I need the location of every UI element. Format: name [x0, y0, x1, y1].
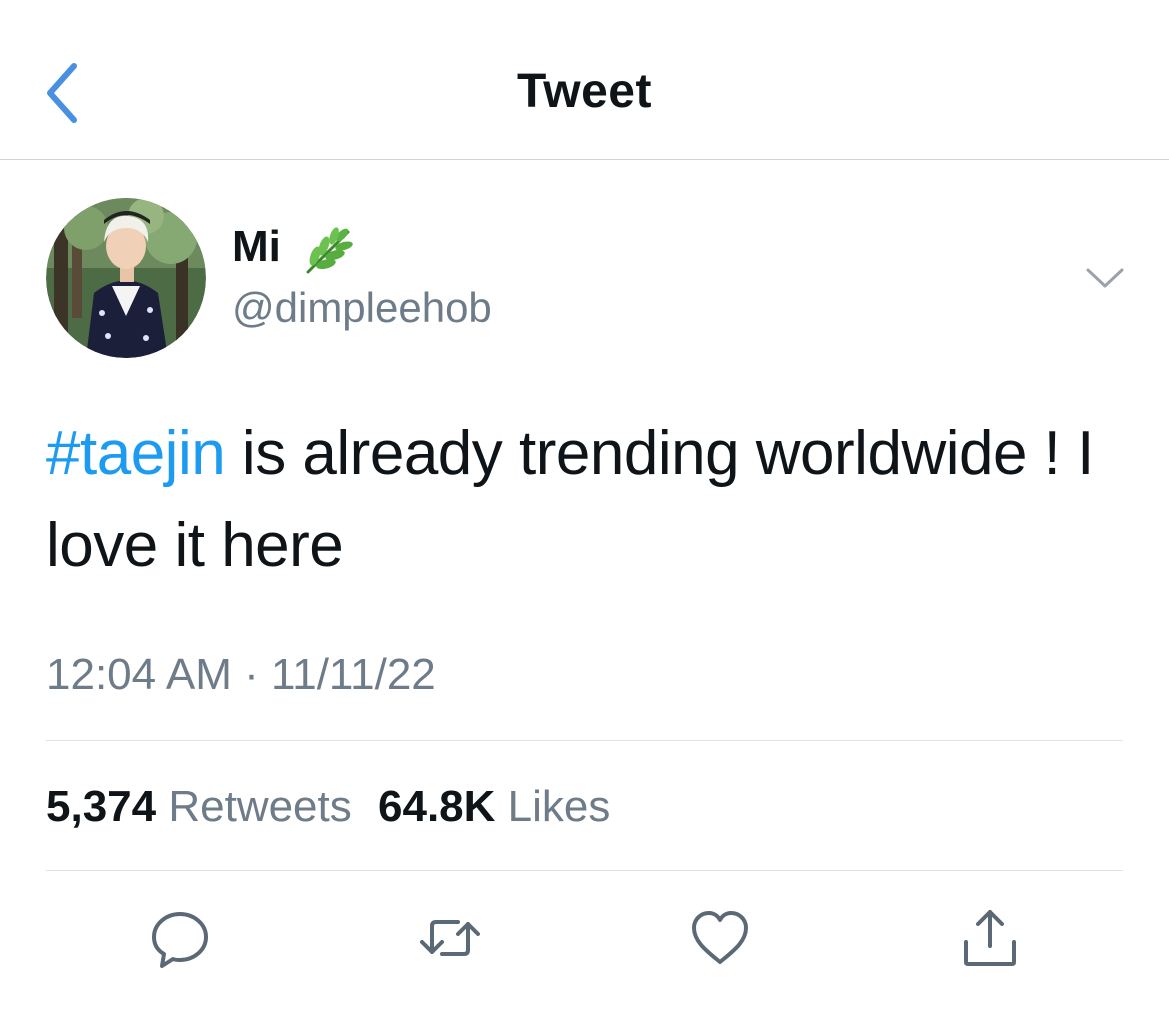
retweets-stat[interactable]: 5,374 Retweets [46, 782, 352, 831]
more-options-button[interactable] [1082, 258, 1128, 298]
retweet-button[interactable] [418, 906, 482, 970]
tweet-date: 11/11/22 [271, 650, 436, 699]
tweet-time: 12:04 AM [46, 650, 232, 699]
avatar-photo [46, 198, 206, 358]
nav-bar: Tweet [0, 0, 1169, 160]
avatar[interactable] [46, 198, 206, 358]
tweet-stats: 5,374 Retweets 64.8K Likes [46, 782, 610, 832]
display-name[interactable]: Mi [232, 222, 281, 272]
reply-button[interactable] [148, 906, 212, 970]
page-title: Tweet [517, 65, 652, 118]
divider [46, 870, 1123, 871]
retweet-icon [420, 920, 480, 956]
retweets-count: 5,374 [46, 782, 157, 831]
share-button[interactable] [958, 906, 1022, 970]
like-icon [692, 911, 748, 964]
hashtag-link[interactable]: #taejin [46, 419, 226, 488]
share-icon [964, 910, 1016, 966]
user-handle[interactable]: @dimpleehob [232, 284, 492, 332]
timestamp: 12:04 AM · 11/11/22 [46, 650, 436, 700]
time-separator: · [244, 650, 259, 699]
divider [46, 740, 1123, 741]
tweet-text: #taejin is already trending worldwide ! … [46, 408, 1136, 592]
likes-stat[interactable]: 64.8K Likes [378, 782, 610, 831]
likes-count: 64.8K [378, 782, 496, 831]
likes-label: Likes [507, 782, 611, 831]
chevron-down-icon [1086, 268, 1124, 288]
retweets-label: Retweets [168, 782, 352, 831]
like-button[interactable] [688, 906, 752, 970]
reply-icon [152, 912, 208, 968]
herb-icon [298, 222, 356, 280]
